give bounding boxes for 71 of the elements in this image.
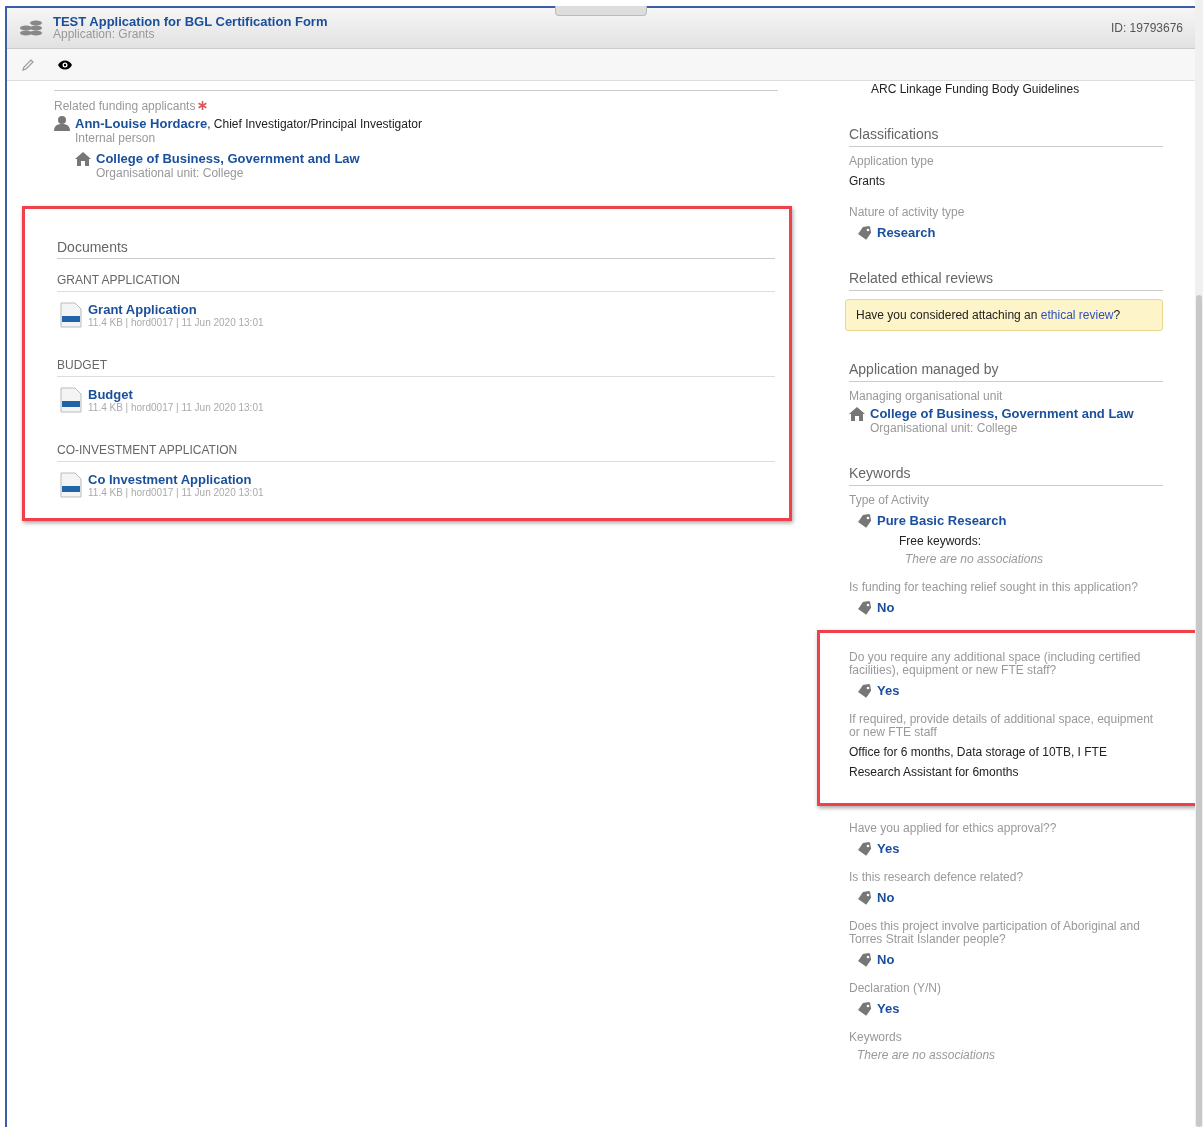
- scrollbar[interactable]: [1195, 0, 1203, 1127]
- guidelines-text: ARC Linkage Funding Body Guidelines: [871, 82, 1081, 96]
- field-value: Office for 6 months, Data storage of 10TB, I FTE Research Assistant for 6months: [849, 744, 1108, 781]
- tag-icon: [857, 890, 872, 905]
- record-id: ID: 19793676: [1110, 21, 1183, 35]
- field-label: Free keywords:: [899, 534, 983, 548]
- person-type: Internal person: [75, 131, 157, 145]
- field-label: Application type: [849, 155, 935, 168]
- keyword-link[interactable]: Yes: [877, 841, 900, 856]
- keyword-link[interactable]: No: [877, 952, 895, 967]
- section-title: Related ethical reviews: [849, 270, 1163, 291]
- tag-icon: [857, 513, 872, 528]
- file-link[interactable]: Budget: [88, 387, 264, 402]
- field-label: If required, provide details of additional space, equipment or new FTE staff: [849, 713, 1155, 739]
- file-link[interactable]: Co Investment Application: [88, 472, 264, 487]
- empty-note: There are no associations: [905, 552, 1045, 566]
- group-heading: BUDGET: [57, 358, 775, 377]
- file-link[interactable]: Grant Application: [88, 302, 264, 317]
- field-label: Keywords: [849, 1031, 903, 1044]
- field-label: Do you require any additional space (including certified facilities), equipment or new FTE staff?: [849, 651, 1142, 677]
- field-label: Have you applied for ethics approval??: [849, 822, 1058, 835]
- field-label: Nature of activity type: [849, 206, 966, 219]
- keyword-link[interactable]: No: [877, 600, 895, 615]
- tag-icon: [857, 600, 872, 615]
- document-icon: [60, 302, 82, 328]
- ethical-review-link[interactable]: ethical review: [1040, 308, 1114, 322]
- house-icon: [75, 151, 91, 166]
- section-title: Application managed by: [849, 361, 1163, 382]
- document-icon: [60, 472, 82, 498]
- unit-link[interactable]: College of Business, Government and Law: [870, 406, 1134, 421]
- field-label: Type of Activity: [849, 494, 931, 507]
- group-heading: GRANT APPLICATION: [57, 273, 775, 292]
- unit-type: Organisational unit: College: [870, 421, 1019, 435]
- eye-icon[interactable]: [57, 58, 73, 71]
- tag-icon: [857, 683, 872, 698]
- file-meta: 11.4 KB | hord0017 | 11 Jun 2020 13:01: [88, 402, 264, 413]
- house-icon: [849, 406, 865, 421]
- pencil-icon[interactable]: [21, 57, 35, 72]
- section-title: Classifications: [849, 126, 1163, 147]
- keyword-link[interactable]: Yes: [877, 683, 900, 698]
- field-label: Related funding applicants: [54, 99, 196, 113]
- unit-type: Organisational unit: College: [96, 166, 245, 180]
- keyword-link[interactable]: Pure Basic Research: [877, 513, 1007, 528]
- tag-icon: [857, 841, 872, 856]
- coins-icon: [19, 19, 43, 37]
- field-label: Does this project involve participation of Aboriginal and Torres Strait Islander people?: [849, 920, 1141, 946]
- collapse-handle[interactable]: [555, 6, 647, 16]
- unit-link[interactable]: College of Business, Government and Law: [96, 151, 360, 166]
- group-heading: CO-INVESTMENT APPLICATION: [57, 443, 775, 462]
- section-title: Documents: [57, 239, 775, 259]
- record-subtitle: Application: Grants: [53, 28, 155, 40]
- record-title[interactable]: TEST Application for BGL Certification Form: [53, 16, 1101, 28]
- tag-icon: [857, 952, 872, 967]
- field-value: Grants: [849, 173, 886, 190]
- empty-note: There are no associations: [857, 1048, 997, 1062]
- field-label: Is this research defence related?: [849, 871, 1025, 884]
- field-label: Managing organisational unit: [849, 390, 1004, 403]
- file-meta: 11.4 KB | hord0017 | 11 Jun 2020 13:01: [88, 487, 264, 498]
- keyword-link[interactable]: No: [877, 890, 895, 905]
- applicant-text: Ann-Louise Hordacre, Chief Investigator/Principal Investigator: [75, 116, 422, 131]
- field-label: Declaration (Y/N): [849, 982, 943, 995]
- keyword-link[interactable]: Yes: [877, 1001, 900, 1016]
- person-icon: [54, 116, 70, 131]
- section-title: Keywords: [849, 465, 1163, 486]
- keyword-link[interactable]: Research: [877, 225, 936, 240]
- tag-icon: [857, 1001, 872, 1016]
- field-label: Is funding for teaching relief sought in this application?: [849, 581, 1139, 594]
- file-meta: 11.4 KB | hord0017 | 11 Jun 2020 13:01: [88, 317, 264, 328]
- tag-icon: [857, 225, 872, 240]
- document-icon: [60, 387, 82, 413]
- notice-text: Have you considered attaching an ethical review?: [856, 308, 1121, 322]
